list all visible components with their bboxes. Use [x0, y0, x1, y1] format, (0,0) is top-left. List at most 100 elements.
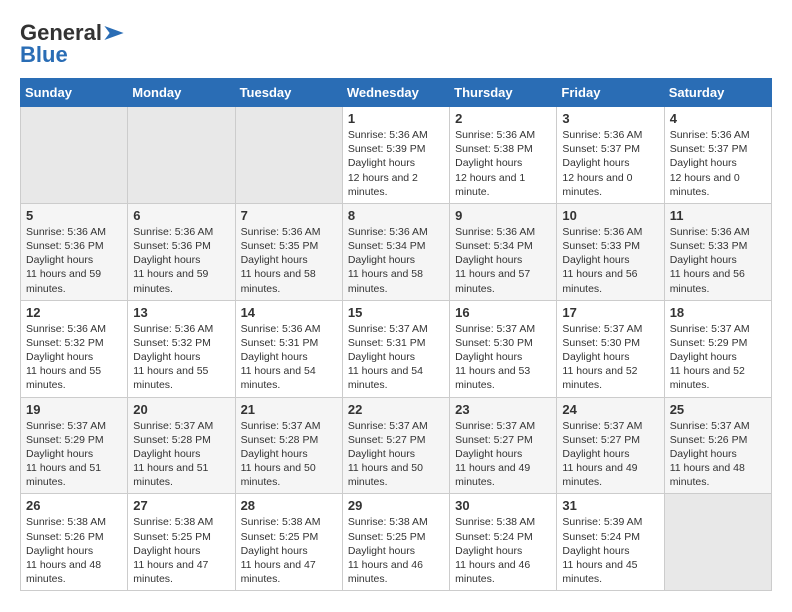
sunrise-label: Sunrise: 5:36 AM [562, 129, 642, 141]
sunset-label: Sunset: 5:37 PM [670, 143, 748, 155]
day-number: 13 [133, 305, 229, 320]
week-row-2: 5 Sunrise: 5:36 AM Sunset: 5:36 PM Dayli… [21, 203, 772, 300]
daylight-value: 11 hours and 58 minutes. [241, 268, 316, 294]
daylight-value: 11 hours and 53 minutes. [455, 365, 530, 391]
day-number: 2 [455, 111, 551, 126]
daylight-label: Daylight hours [241, 448, 308, 460]
sunset-label: Sunset: 5:29 PM [26, 434, 104, 446]
daylight-label: Daylight hours [26, 351, 93, 363]
sunrise-label: Sunrise: 5:36 AM [455, 226, 535, 238]
cell-content: Sunrise: 5:36 AM Sunset: 5:31 PM Dayligh… [241, 322, 337, 393]
daylight-value: 11 hours and 55 minutes. [133, 365, 208, 391]
daylight-label: Daylight hours [455, 254, 522, 266]
sunrise-label: Sunrise: 5:36 AM [26, 323, 106, 335]
calendar-cell: 1 Sunrise: 5:36 AM Sunset: 5:39 PM Dayli… [342, 107, 449, 204]
day-number: 14 [241, 305, 337, 320]
daylight-value: 11 hours and 51 minutes. [26, 462, 101, 488]
sunrise-label: Sunrise: 5:36 AM [562, 226, 642, 238]
sunrise-label: Sunrise: 5:37 AM [562, 323, 642, 335]
day-number: 31 [562, 498, 658, 513]
calendar-cell: 24 Sunrise: 5:37 AM Sunset: 5:27 PM Dayl… [557, 397, 664, 494]
daylight-label: Daylight hours [670, 448, 737, 460]
cell-content: Sunrise: 5:37 AM Sunset: 5:27 PM Dayligh… [348, 419, 444, 490]
sunrise-label: Sunrise: 5:36 AM [133, 226, 213, 238]
day-number: 7 [241, 208, 337, 223]
day-number: 17 [562, 305, 658, 320]
day-number: 6 [133, 208, 229, 223]
calendar-cell: 17 Sunrise: 5:37 AM Sunset: 5:30 PM Dayl… [557, 300, 664, 397]
day-number: 28 [241, 498, 337, 513]
sunrise-label: Sunrise: 5:36 AM [348, 129, 428, 141]
calendar-cell: 26 Sunrise: 5:38 AM Sunset: 5:26 PM Dayl… [21, 494, 128, 591]
calendar-cell [664, 494, 771, 591]
sunset-label: Sunset: 5:29 PM [670, 337, 748, 349]
sunset-label: Sunset: 5:33 PM [670, 240, 748, 252]
daylight-label: Daylight hours [455, 157, 522, 169]
cell-content: Sunrise: 5:37 AM Sunset: 5:31 PM Dayligh… [348, 322, 444, 393]
day-number: 29 [348, 498, 444, 513]
cell-content: Sunrise: 5:37 AM Sunset: 5:28 PM Dayligh… [241, 419, 337, 490]
week-row-4: 19 Sunrise: 5:37 AM Sunset: 5:29 PM Dayl… [21, 397, 772, 494]
day-number: 12 [26, 305, 122, 320]
daylight-label: Daylight hours [26, 254, 93, 266]
week-row-5: 26 Sunrise: 5:38 AM Sunset: 5:26 PM Dayl… [21, 494, 772, 591]
sunset-label: Sunset: 5:34 PM [348, 240, 426, 252]
daylight-value: 11 hours and 47 minutes. [133, 559, 208, 585]
cell-content: Sunrise: 5:37 AM Sunset: 5:29 PM Dayligh… [26, 419, 122, 490]
sunrise-label: Sunrise: 5:37 AM [562, 420, 642, 432]
day-number: 5 [26, 208, 122, 223]
cell-content: Sunrise: 5:36 AM Sunset: 5:36 PM Dayligh… [26, 225, 122, 296]
daylight-label: Daylight hours [133, 448, 200, 460]
daylight-value: 11 hours and 50 minutes. [241, 462, 316, 488]
day-header-wednesday: Wednesday [342, 79, 449, 107]
week-row-3: 12 Sunrise: 5:36 AM Sunset: 5:32 PM Dayl… [21, 300, 772, 397]
daylight-value: 12 hours and 0 minutes. [670, 172, 740, 198]
daylight-value: 11 hours and 59 minutes. [26, 268, 101, 294]
sunrise-label: Sunrise: 5:37 AM [348, 323, 428, 335]
cell-content: Sunrise: 5:38 AM Sunset: 5:24 PM Dayligh… [455, 515, 551, 586]
cell-content: Sunrise: 5:36 AM Sunset: 5:33 PM Dayligh… [670, 225, 766, 296]
sunset-label: Sunset: 5:32 PM [26, 337, 104, 349]
day-number: 24 [562, 402, 658, 417]
logo: General Blue [20, 20, 124, 68]
sunset-label: Sunset: 5:30 PM [562, 337, 640, 349]
day-number: 20 [133, 402, 229, 417]
cell-content: Sunrise: 5:36 AM Sunset: 5:36 PM Dayligh… [133, 225, 229, 296]
calendar-cell: 14 Sunrise: 5:36 AM Sunset: 5:31 PM Dayl… [235, 300, 342, 397]
daylight-value: 11 hours and 56 minutes. [670, 268, 745, 294]
day-number: 1 [348, 111, 444, 126]
sunrise-label: Sunrise: 5:37 AM [670, 323, 750, 335]
cell-content: Sunrise: 5:39 AM Sunset: 5:24 PM Dayligh… [562, 515, 658, 586]
calendar-cell: 31 Sunrise: 5:39 AM Sunset: 5:24 PM Dayl… [557, 494, 664, 591]
sunrise-label: Sunrise: 5:39 AM [562, 516, 642, 528]
daylight-value: 11 hours and 55 minutes. [26, 365, 101, 391]
cell-content: Sunrise: 5:37 AM Sunset: 5:27 PM Dayligh… [562, 419, 658, 490]
sunset-label: Sunset: 5:24 PM [562, 531, 640, 543]
daylight-value: 11 hours and 52 minutes. [562, 365, 637, 391]
sunrise-label: Sunrise: 5:38 AM [455, 516, 535, 528]
daylight-label: Daylight hours [241, 254, 308, 266]
daylight-label: Daylight hours [455, 448, 522, 460]
sunset-label: Sunset: 5:25 PM [133, 531, 211, 543]
calendar-cell [235, 107, 342, 204]
day-number: 16 [455, 305, 551, 320]
cell-content: Sunrise: 5:36 AM Sunset: 5:32 PM Dayligh… [133, 322, 229, 393]
sunset-label: Sunset: 5:28 PM [133, 434, 211, 446]
sunset-label: Sunset: 5:28 PM [241, 434, 319, 446]
sunrise-label: Sunrise: 5:37 AM [670, 420, 750, 432]
calendar-cell [128, 107, 235, 204]
sunrise-label: Sunrise: 5:36 AM [26, 226, 106, 238]
daylight-value: 12 hours and 1 minute. [455, 172, 525, 198]
day-number: 22 [348, 402, 444, 417]
daylight-label: Daylight hours [133, 545, 200, 557]
cell-content: Sunrise: 5:37 AM Sunset: 5:30 PM Dayligh… [562, 322, 658, 393]
cell-content: Sunrise: 5:36 AM Sunset: 5:39 PM Dayligh… [348, 128, 444, 199]
day-number: 11 [670, 208, 766, 223]
day-number: 15 [348, 305, 444, 320]
daylight-value: 11 hours and 56 minutes. [562, 268, 637, 294]
sunrise-label: Sunrise: 5:37 AM [455, 323, 535, 335]
day-number: 18 [670, 305, 766, 320]
calendar-cell: 5 Sunrise: 5:36 AM Sunset: 5:36 PM Dayli… [21, 203, 128, 300]
sunset-label: Sunset: 5:33 PM [562, 240, 640, 252]
daylight-value: 11 hours and 46 minutes. [455, 559, 530, 585]
